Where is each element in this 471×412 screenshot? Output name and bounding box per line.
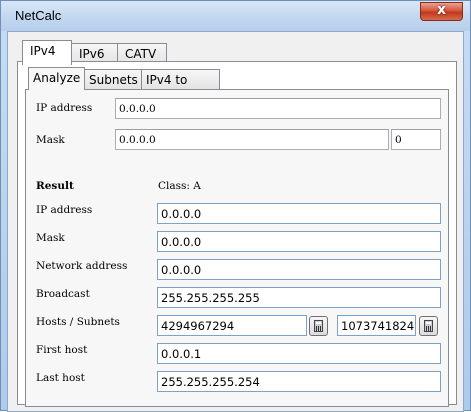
tab-analyze[interactable]: Analyze bbox=[28, 67, 85, 90]
hosts-calculator-button[interactable] bbox=[309, 316, 328, 336]
result-heading: Result bbox=[36, 180, 74, 192]
network-address-label: Network address bbox=[36, 260, 128, 272]
calculator-icon bbox=[424, 320, 433, 332]
last-host-field[interactable]: 255.255.255.254 bbox=[157, 371, 441, 392]
ip-address-label: IP address bbox=[36, 102, 93, 114]
subnets-calculator-button[interactable] bbox=[419, 316, 438, 336]
window-title: NetCalc bbox=[15, 8, 62, 23]
subnets-field[interactable]: 1073741824 bbox=[337, 315, 416, 336]
tab-ipv4-to-ipv6[interactable]: IPv4 to IPv6 bbox=[141, 69, 220, 101]
tab-ipv4[interactable]: IPv4 bbox=[22, 40, 72, 65]
close-button[interactable]: x bbox=[420, 2, 463, 21]
hosts-subnets-label: Hosts / Subnets bbox=[36, 316, 120, 328]
result-ip-label: IP address bbox=[36, 204, 93, 216]
tab-label: IPv4 bbox=[30, 44, 56, 58]
result-mask-label: Mask bbox=[36, 232, 65, 244]
title-bar[interactable]: NetCalc x bbox=[1, 1, 470, 31]
mask-input[interactable]: 0.0.0.0 bbox=[115, 129, 389, 150]
result-ip-field[interactable]: 0.0.0.0 bbox=[157, 203, 441, 224]
broadcast-label: Broadcast bbox=[36, 288, 90, 300]
mask-label: Mask bbox=[36, 134, 65, 146]
tab-label: Analyze bbox=[33, 71, 81, 85]
close-icon: x bbox=[436, 2, 447, 18]
calculator-icon bbox=[314, 320, 323, 332]
class-text: Class: A bbox=[158, 180, 201, 192]
first-host-label: First host bbox=[36, 344, 88, 356]
first-host-field[interactable]: 0.0.0.1 bbox=[157, 343, 441, 364]
prefix-length-input[interactable]: 0 bbox=[391, 129, 441, 150]
hosts-field[interactable]: 4294967294 bbox=[157, 315, 307, 336]
tab-label: Subnets bbox=[89, 73, 138, 87]
result-mask-field[interactable]: 0.0.0.0 bbox=[157, 231, 441, 252]
last-host-label: Last host bbox=[36, 372, 85, 384]
network-address-field[interactable]: 0.0.0.0 bbox=[157, 259, 441, 280]
tab-label: CATV bbox=[125, 47, 157, 61]
tab-subnets[interactable]: Subnets bbox=[84, 69, 142, 90]
ip-address-input[interactable]: 0.0.0.0 bbox=[115, 98, 441, 119]
tab-label: IPv6 bbox=[79, 47, 105, 61]
broadcast-field[interactable]: 255.255.255.255 bbox=[157, 287, 441, 308]
